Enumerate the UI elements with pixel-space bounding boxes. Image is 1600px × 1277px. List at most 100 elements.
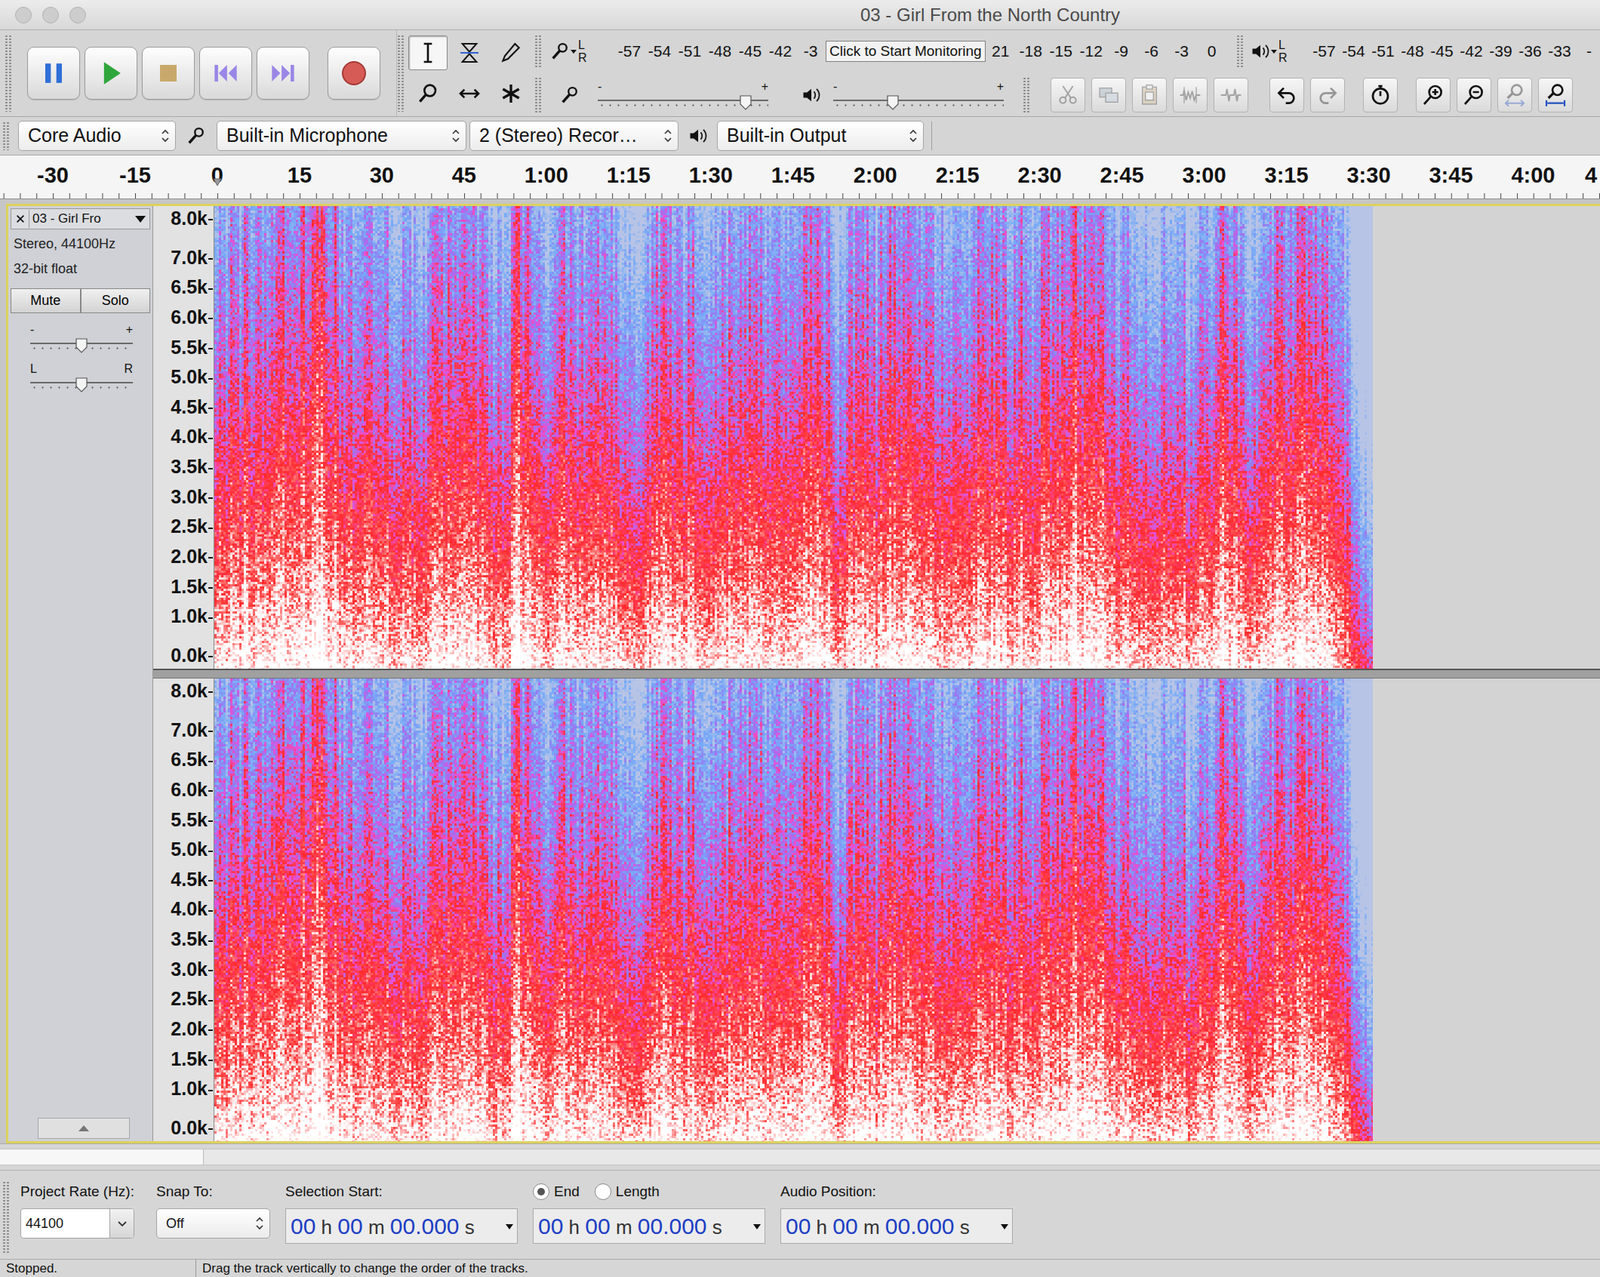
silence-button[interactable] [1213, 77, 1249, 113]
solo-button[interactable]: Solo [80, 288, 151, 314]
right-channel-label: R [578, 51, 592, 65]
channels-select[interactable]: 2 (Stereo) Recor… [469, 120, 679, 151]
collapse-track-button[interactable] [37, 1117, 130, 1139]
audio-position-field[interactable]: 00 h 00 m 00.000 s [780, 1208, 1013, 1244]
stop-button[interactable] [141, 46, 195, 100]
meter-tick: -6 [1136, 41, 1167, 62]
ruler-label: 30 [369, 162, 394, 188]
timer-button[interactable] [1363, 77, 1398, 113]
frequency-axis[interactable]: 8.0k7.0k6.5k6.0k5.5k5.0k4.5k4.0k3.5k3.0k… [153, 206, 215, 669]
slider-thumb[interactable] [886, 93, 899, 109]
toolbar-grip[interactable] [534, 34, 542, 68]
slider-thumb[interactable] [75, 336, 88, 352]
envelope-tool[interactable] [449, 35, 490, 71]
spectrogram[interactable] [214, 206, 1373, 669]
scroll-track[interactable] [0, 1148, 1600, 1166]
skip-end-icon [266, 56, 300, 90]
skip-start-button[interactable] [199, 46, 253, 100]
project-rate-dropdown-button[interactable] [109, 1209, 134, 1238]
gain-slider[interactable]: -+ [28, 323, 135, 353]
zoom-tool[interactable] [408, 76, 448, 111]
project-rate-select[interactable]: 44100 [20, 1208, 135, 1239]
record-meter-menu[interactable] [549, 40, 577, 62]
window-control-button[interactable] [15, 6, 32, 24]
meter-tick: -54 [644, 41, 675, 62]
play-button[interactable] [84, 46, 138, 100]
output-device-select[interactable]: Built-in Output [716, 120, 924, 151]
slider-track[interactable] [28, 375, 135, 392]
track-name[interactable]: 03 - Girl Fro [29, 209, 132, 229]
frequency-axis[interactable]: 8.0k7.0k6.5k6.0k5.5k5.0k4.5k4.0k3.5k3.0k… [153, 678, 215, 1142]
monitor-prompt[interactable]: Click to Start Monitoring [825, 40, 986, 62]
radio-circle[interactable] [594, 1183, 612, 1200]
end-mode-radio[interactable]: Length [594, 1181, 660, 1203]
zoom-in-button[interactable] [1415, 77, 1451, 113]
axis-label: 7.0k [153, 720, 214, 740]
zoom-out-button[interactable] [1456, 77, 1492, 113]
copy-button[interactable] [1091, 77, 1127, 113]
toolbar-grip[interactable] [2, 1181, 10, 1253]
status-bar: Stopped.Drag the track vertically to cha… [0, 1258, 1600, 1277]
ruler-label: 45 [452, 162, 477, 188]
selection-start-field[interactable]: 00 h 00 m 00.000 s [285, 1208, 518, 1244]
draw-icon [498, 40, 524, 65]
select-tool[interactable] [408, 35, 448, 71]
close-track-button[interactable] [11, 209, 30, 228]
trim-button[interactable] [1172, 77, 1208, 113]
toolbar-grip[interactable] [1236, 34, 1244, 68]
spectrogram[interactable] [214, 678, 1373, 1142]
radio-circle[interactable] [532, 1183, 550, 1200]
input-device-select[interactable]: Built-in Microphone [216, 120, 467, 151]
meter-tick: - [1574, 41, 1600, 62]
slider-thumb[interactable] [75, 375, 88, 391]
meter-scale[interactable]: -57-54-51-48-45-42-39-36-33- [1309, 41, 1600, 62]
end-mode-radio[interactable]: End [532, 1181, 580, 1203]
ruler-label: 3:45 [1428, 162, 1473, 188]
multi-tool[interactable] [491, 76, 531, 111]
audio-track[interactable]: 03 - Girl FroStereo, 44100Hz32-bit float… [6, 203, 1600, 1144]
fit-selection-button[interactable] [1497, 77, 1533, 113]
undo-button[interactable] [1269, 77, 1305, 113]
pan-slider[interactable]: LR [28, 363, 135, 392]
paste-button[interactable] [1132, 77, 1167, 113]
draw-tool[interactable] [491, 35, 531, 71]
redo-icon [1315, 83, 1340, 108]
slider-thumb[interactable] [739, 93, 752, 109]
meter-scale[interactable]: -57-54-51-48-45-42-3Click to Start Monit… [614, 40, 1228, 62]
mute-button[interactable]: Mute [10, 288, 81, 314]
slider-track[interactable] [596, 92, 770, 110]
timeline-ruler[interactable]: -30-1501530451:001:151:301:452:002:152:3… [0, 155, 1600, 200]
slider-track[interactable] [831, 92, 1006, 110]
toolbar-grip[interactable] [1022, 76, 1031, 113]
channel-separator[interactable] [153, 668, 1600, 679]
track-menu-button[interactable] [131, 214, 150, 224]
spectrogram-area[interactable] [214, 206, 1600, 669]
toolbar-grip[interactable] [534, 76, 542, 113]
playback-meter-menu[interactable] [1249, 40, 1277, 62]
playback-volume-slider[interactable]: -+ [831, 80, 1006, 110]
selection-end-field[interactable]: 00 h 00 m 00.000 s [532, 1208, 766, 1244]
meter-tick: -36 [1515, 41, 1545, 62]
pause-button[interactable] [27, 46, 80, 100]
toolbar-grip[interactable] [4, 34, 13, 112]
fit-project-button[interactable] [1538, 77, 1573, 113]
scroll-thumb[interactable] [0, 1149, 204, 1165]
toolbar-grip[interactable] [396, 34, 405, 112]
axis-label: 2.0k [153, 1018, 214, 1039]
window-control-button[interactable] [42, 6, 59, 24]
skip-end-button[interactable] [256, 46, 310, 100]
recording-volume-slider[interactable]: -+ [596, 80, 770, 110]
cut-button[interactable] [1050, 77, 1086, 113]
timeshift-tool[interactable] [449, 76, 490, 111]
record-button[interactable] [327, 46, 381, 100]
mic-icon [185, 125, 207, 147]
snap-to-select[interactable]: Off [156, 1208, 271, 1239]
spectrogram-area[interactable] [214, 678, 1600, 1142]
slider-track[interactable] [28, 335, 135, 353]
window-control-button[interactable] [69, 6, 87, 24]
axis-label: 5.0k [153, 366, 214, 387]
redo-button[interactable] [1310, 77, 1345, 113]
audio-host-select[interactable]: Core Audio [18, 120, 176, 151]
horizontal-scrollbar[interactable] [0, 1143, 1600, 1170]
toolbar-grip[interactable] [2, 121, 10, 151]
